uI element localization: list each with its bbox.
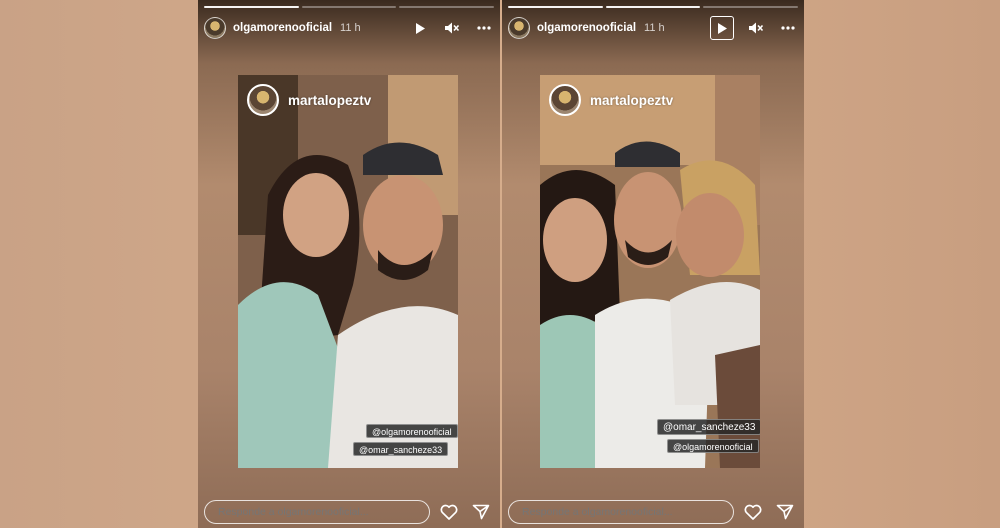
avatar[interactable] [508, 17, 530, 39]
play-icon[interactable] [710, 16, 734, 40]
mention-tag[interactable]: @omar_sancheze33 [657, 419, 760, 435]
send-icon[interactable] [772, 500, 798, 524]
mention-tag[interactable]: @omar_sancheze33 [353, 442, 449, 456]
progress-segment [204, 6, 299, 8]
story-panel-2[interactable]: olgamorenooficial 11 h martalopeztv @oma… [502, 0, 804, 528]
play-icon[interactable] [410, 18, 430, 38]
reply-input[interactable] [204, 500, 430, 524]
story-photo: martalopeztv @olgamorenooficial @omar_sa… [238, 75, 458, 468]
send-icon[interactable] [468, 500, 494, 524]
story-photo: martalopeztv @omar_sancheze33 @olgamoren… [540, 75, 760, 468]
repost-avatar [247, 84, 279, 116]
heart-icon[interactable] [740, 500, 766, 524]
more-options-icon[interactable] [778, 18, 798, 38]
story-panel-1[interactable]: olgamorenooficial 11 h martalopeztv @olg… [198, 0, 500, 528]
story-timestamp: 11 h [340, 22, 361, 34]
repost-username: martalopeztv [590, 92, 674, 108]
progress-segment [605, 6, 701, 8]
more-options-icon[interactable] [474, 18, 494, 38]
story-header: olgamorenooficial 11 h [508, 14, 798, 42]
repost-author[interactable]: martalopeztv [549, 84, 673, 116]
mention-tag[interactable]: @olgamorenooficial [366, 424, 458, 438]
progress-segment [703, 6, 799, 8]
speaker-muted-icon[interactable] [746, 18, 766, 38]
reply-input[interactable] [508, 500, 734, 524]
progress-segment [301, 6, 397, 8]
story-progress-bar [204, 6, 495, 8]
photo-illustration [238, 75, 458, 468]
photo-illustration [540, 75, 760, 468]
story-username[interactable]: olgamorenooficial [233, 22, 332, 34]
repost-author[interactable]: martalopeztv [247, 84, 371, 116]
story-progress-bar [508, 6, 799, 8]
mention-tag[interactable]: @olgamorenooficial [667, 439, 759, 453]
repost-username: martalopeztv [288, 92, 372, 108]
heart-icon[interactable] [436, 500, 462, 524]
reply-bar [508, 500, 798, 524]
repost-avatar [549, 84, 581, 116]
reply-bar [204, 500, 494, 524]
story-timestamp: 11 h [644, 22, 665, 34]
speaker-muted-icon[interactable] [442, 18, 462, 38]
story-header: olgamorenooficial 11 h [204, 14, 494, 42]
progress-segment [399, 6, 495, 8]
avatar[interactable] [204, 17, 226, 39]
progress-segment [508, 6, 603, 8]
story-username[interactable]: olgamorenooficial [537, 22, 636, 34]
